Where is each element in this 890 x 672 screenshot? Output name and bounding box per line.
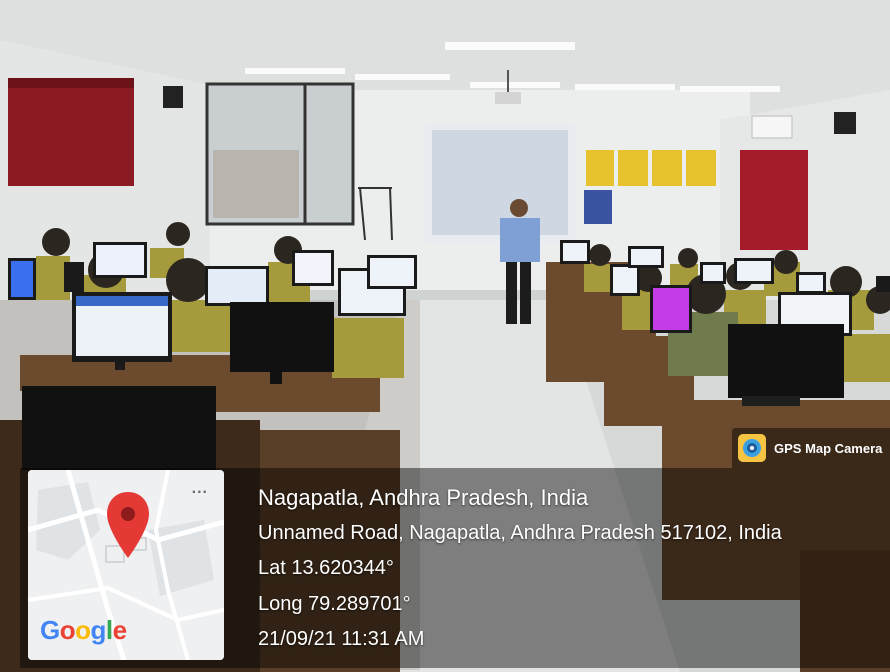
google-logo: Google bbox=[40, 615, 127, 646]
more-dots-icon[interactable]: ... bbox=[192, 481, 208, 497]
map-thumbnail[interactable]: ... Google bbox=[28, 470, 224, 660]
google-logo-letter: G bbox=[40, 615, 60, 645]
latitude-text: Lat 13.620344° bbox=[258, 557, 394, 579]
longitude-text: Long 79.289701° bbox=[258, 592, 411, 615]
location-pin-icon bbox=[107, 492, 149, 558]
timestamp-text: 21/09/21 11:31 AM bbox=[258, 628, 425, 650]
google-logo-letter: o bbox=[75, 615, 91, 645]
google-logo-letter: o bbox=[59, 615, 76, 645]
app-name-label: GPS Map Camera bbox=[774, 440, 883, 456]
street-address: Unnamed Road, Nagapatla, Andhra Pradesh … bbox=[258, 521, 782, 544]
location-details: Nagapatla, Andhra Pradesh, India Unnamed… bbox=[258, 480, 782, 658]
gps-map-camera-icon bbox=[738, 434, 766, 462]
place-name: Nagapatla, Andhra Pradesh, India bbox=[258, 485, 589, 510]
google-logo-letter: l bbox=[105, 615, 113, 645]
google-logo-letter: g bbox=[90, 615, 107, 645]
gps-map-camera-badge: GPS Map Camera bbox=[732, 428, 890, 468]
google-logo-letter: e bbox=[112, 615, 127, 645]
